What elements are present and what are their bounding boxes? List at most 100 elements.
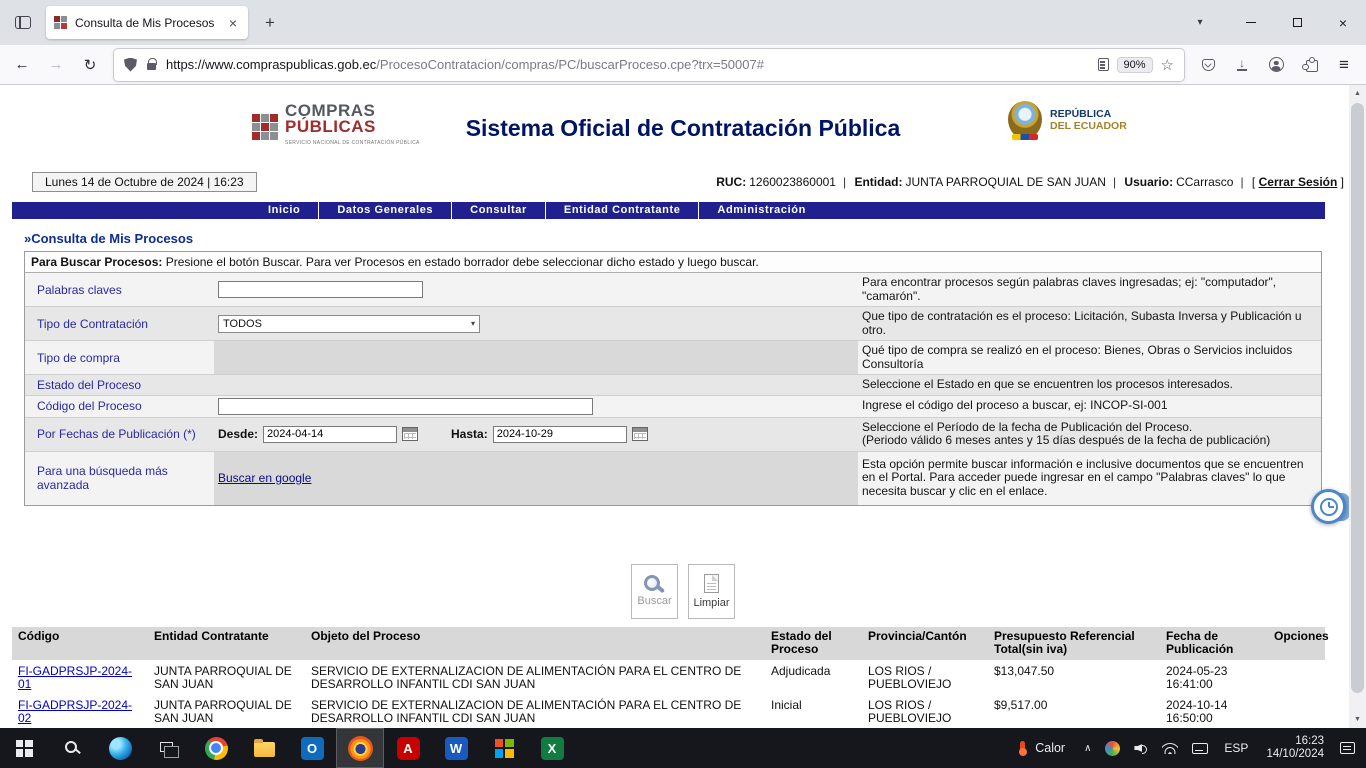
url-text: https://www.compraspublicas.gob.ec/Proce…: [166, 57, 1090, 72]
calendar-desde-icon[interactable]: [402, 427, 418, 441]
app-menu-button[interactable]: ≡: [1328, 49, 1360, 81]
menu-item-datos-generales[interactable]: Datos Generales: [318, 202, 451, 219]
pocket-button[interactable]: [1192, 49, 1224, 81]
minimize-button[interactable]: [1228, 0, 1274, 45]
outlook-icon: O: [301, 737, 324, 760]
firefox-view-icon[interactable]: [8, 8, 38, 38]
forward-button[interactable]: →: [40, 49, 72, 81]
fecha-hasta-input[interactable]: [493, 426, 627, 443]
header-fecha: Fecha de Publicación: [1160, 627, 1268, 660]
form-instructions: Para Buscar Procesos: Presione el botón …: [25, 252, 1321, 273]
zoom-indicator[interactable]: 90%: [1117, 57, 1153, 73]
close-button[interactable]: ×: [1320, 0, 1366, 45]
tab-title: Consulta de Mis Procesos: [75, 16, 219, 30]
downloads-button[interactable]: ↓: [1226, 49, 1258, 81]
taskbar-clock[interactable]: 16:23 14/10/2024: [1257, 735, 1333, 762]
weather-widget[interactable]: Calor: [1008, 741, 1077, 755]
menu-item-entidad-contratante[interactable]: Entidad Contratante: [545, 202, 699, 219]
language-indicator[interactable]: ESP: [1215, 741, 1257, 755]
header-entidad: Entidad Contratante: [148, 627, 305, 660]
fecha-desde-input[interactable]: [263, 426, 397, 443]
form-row-tipo-contratacion: Tipo de Contratación TODOS ▾ Que tipo de…: [25, 306, 1321, 340]
file-explorer-button[interactable]: [240, 728, 288, 768]
menu-item-inicio[interactable]: Inicio: [250, 202, 318, 219]
cell-estado: Adjudicada: [765, 660, 862, 694]
proceso-link-1[interactable]: FI-GADPRSJP-2024-01: [18, 664, 132, 692]
cell-presupuesto: $9,517.00: [988, 694, 1160, 728]
tipo-compra-area: [214, 341, 858, 374]
network-button[interactable]: [1155, 728, 1185, 768]
touch-keyboard-button[interactable]: [1185, 728, 1215, 768]
page-scrollbar[interactable]: ▲ ▼: [1349, 85, 1366, 728]
edge-button[interactable]: [96, 728, 144, 768]
results-table: Código Entidad Contratante Objeto del Pr…: [12, 627, 1325, 728]
firefox-view-glyph: [15, 16, 31, 29]
scroll-up-icon[interactable]: ▲: [1349, 85, 1366, 102]
page-viewport: COMPRAS PÚBLICAS SERVICIO NACIONAL DE CO…: [0, 85, 1366, 728]
back-button[interactable]: ←: [6, 49, 38, 81]
word-button[interactable]: W: [432, 728, 480, 768]
app-grid-button[interactable]: [480, 728, 528, 768]
scrollbar-thumb[interactable]: [1351, 103, 1364, 693]
field-label-estado: Estado del Proceso: [25, 376, 214, 394]
task-view-button[interactable]: [144, 728, 192, 768]
acrobat-button[interactable]: A: [384, 728, 432, 768]
browser-toolbar: ← → ↻ https://www.compraspublicas.gob.ec…: [0, 45, 1366, 85]
tipo-contratacion-select[interactable]: TODOS ▾: [218, 315, 480, 333]
tray-chevron-icon[interactable]: ∧: [1077, 728, 1098, 768]
taskbar-search-button[interactable]: [48, 728, 96, 768]
usuario-value: CCarrasco: [1176, 175, 1233, 189]
outlook-button[interactable]: O: [288, 728, 336, 768]
excel-button[interactable]: X: [528, 728, 576, 768]
bookmark-star-icon[interactable]: ☆: [1161, 56, 1174, 74]
session-timer-widget[interactable]: [1311, 489, 1346, 524]
extensions-puzzle-icon: [1306, 60, 1318, 72]
cell-opciones: [1268, 694, 1325, 728]
chrome-button[interactable]: [192, 728, 240, 768]
maximize-button[interactable]: [1274, 0, 1320, 45]
reader-mode-icon[interactable]: [1098, 58, 1109, 71]
lock-icon[interactable]: [147, 63, 156, 70]
buscar-en-google-link[interactable]: Buscar en google: [218, 471, 311, 485]
cerrar-sesion-link[interactable]: Cerrar Sesión: [1259, 175, 1338, 189]
search-magnifier-icon: [644, 575, 660, 591]
tracking-shield-icon[interactable]: [124, 58, 137, 72]
menu-item-administracion[interactable]: Administración: [698, 202, 823, 219]
entidad-label: Entidad:: [854, 175, 902, 189]
start-button[interactable]: [0, 728, 48, 768]
account-button[interactable]: [1260, 49, 1292, 81]
header-opciones: Opciones: [1268, 627, 1335, 660]
field-label-tipo-compra: Tipo de compra: [25, 349, 214, 367]
header-provincia: Provincia/Cantón: [862, 627, 988, 660]
new-tab-button[interactable]: +: [256, 9, 284, 37]
header-presupuesto: Presupuesto Referencial Total(sin iva): [988, 627, 1160, 660]
limpiar-button[interactable]: Limpiar: [688, 564, 735, 619]
header-objeto: Objeto del Proceso: [305, 627, 765, 660]
site-title: Sistema Oficial de Contratación Pública: [0, 115, 1366, 142]
scroll-down-icon[interactable]: ▼: [1349, 711, 1366, 728]
url-bar[interactable]: https://www.compraspublicas.gob.ec/Proce…: [114, 49, 1184, 81]
search-icon: [65, 741, 77, 753]
codigo-proceso-input[interactable]: [218, 398, 593, 415]
menu-item-consultar[interactable]: Consultar: [451, 202, 545, 219]
cell-fecha: 2024-10-14 16:50:00: [1160, 694, 1268, 728]
windows-logo-icon: [16, 740, 33, 757]
select-value: TODOS: [223, 318, 262, 330]
site-header: COMPRAS PÚBLICAS SERVICIO NACIONAL DE CO…: [0, 85, 1366, 171]
download-arrow-icon: ↓: [1239, 58, 1245, 68]
extensions-button[interactable]: [1294, 49, 1326, 81]
main-menu: Inicio Datos Generales Consultar Entidad…: [12, 202, 1325, 219]
volume-button[interactable]: [1127, 728, 1155, 768]
browser-tab[interactable]: Consulta de Mis Procesos ×: [46, 6, 248, 39]
buscar-button[interactable]: Buscar: [631, 564, 678, 619]
action-center-button[interactable]: [1333, 728, 1362, 768]
tray-app-button[interactable]: [1098, 728, 1127, 768]
tab-close-icon[interactable]: ×: [226, 15, 240, 31]
calendar-hasta-icon[interactable]: [632, 427, 648, 441]
reload-button[interactable]: ↻: [74, 49, 106, 81]
firefox-button[interactable]: [336, 728, 384, 768]
tab-list-chevron-icon[interactable]: ▾: [1186, 9, 1214, 37]
proceso-link-2[interactable]: FI-GADPRSJP-2024-02: [18, 698, 132, 726]
palabras-claves-input[interactable]: [218, 281, 423, 298]
cell-entidad: JUNTA PARROQUIAL DE SAN JUAN: [148, 660, 305, 694]
